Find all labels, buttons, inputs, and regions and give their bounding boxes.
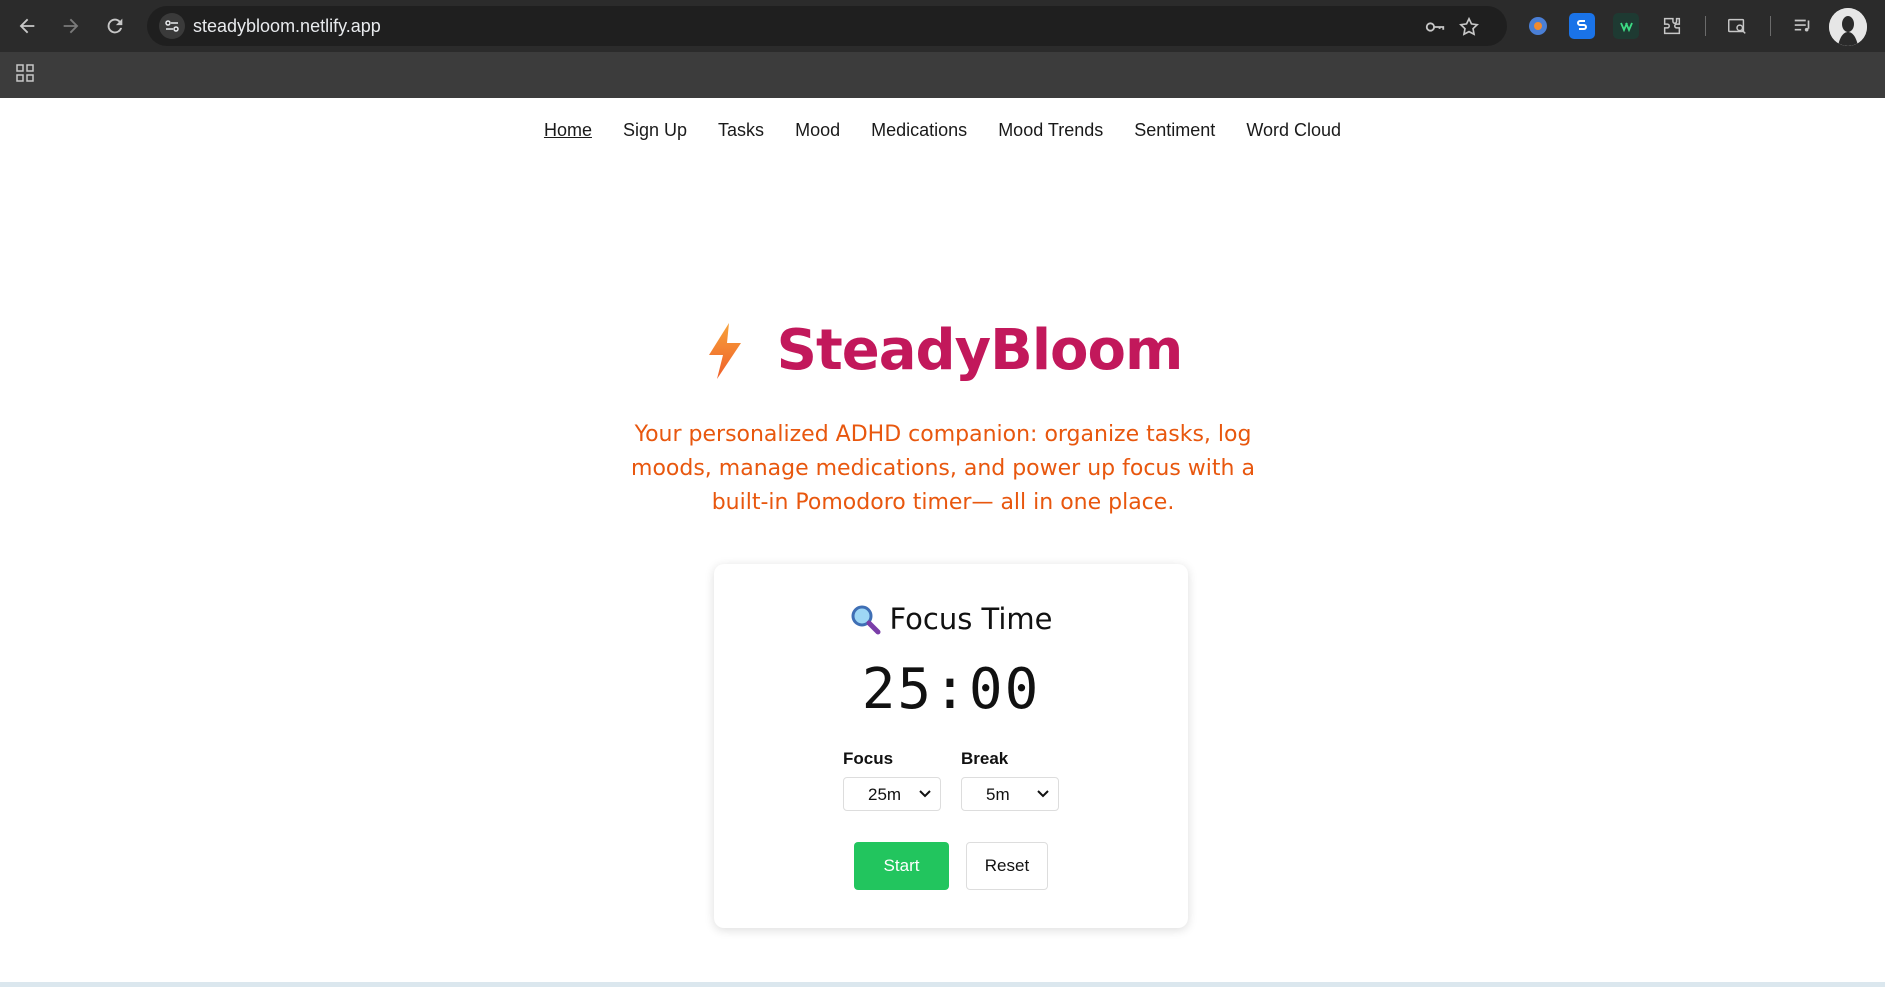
nav-link-sign-up[interactable]: Sign Up <box>623 120 687 140</box>
card-title-text: Focus Time <box>889 602 1053 636</box>
hero-tagline: Your personalized ADHD companion: organi… <box>631 422 1255 515</box>
chevron-down-icon <box>1037 790 1049 798</box>
browser-chrome: steadybloom.netlify.app <box>0 0 1885 98</box>
site-info-icon[interactable] <box>159 13 185 39</box>
url-text[interactable]: steadybloom.netlify.app <box>193 16 381 37</box>
tab-search-icon[interactable] <box>1724 13 1750 39</box>
focus-label: Focus <box>843 749 894 768</box>
password-key-icon[interactable] <box>1423 15 1447 39</box>
timer-display: 25:00 <box>861 657 1041 722</box>
extension-2-icon[interactable] <box>1569 13 1595 39</box>
focus-duration-select[interactable]: 25m <box>843 777 941 811</box>
toolbar-separator <box>1705 16 1706 36</box>
nav-link-word-cloud[interactable]: Word Cloud <box>1246 120 1341 140</box>
nav-link-medications[interactable]: Medications <box>871 120 967 140</box>
chevron-down-icon <box>919 790 931 798</box>
card-title: Focus Time <box>714 602 1188 636</box>
profile-avatar[interactable] <box>1829 8 1867 46</box>
back-arrow-icon <box>19 18 35 34</box>
page-bottom-border <box>0 982 1885 987</box>
bookmark-star-icon[interactable] <box>1457 15 1481 39</box>
reset-button[interactable]: Reset <box>966 842 1048 890</box>
nav-link-home[interactable]: Home <box>544 120 592 140</box>
break-duration-select[interactable]: 5m <box>961 777 1059 811</box>
focus-duration-value: 25m <box>868 785 902 804</box>
page-content: Home Sign Up Tasks Mood Medications Mood… <box>0 98 1885 987</box>
start-button[interactable]: Start <box>854 842 949 890</box>
magnifying-glass-icon <box>851 605 881 635</box>
break-label: Break <box>961 749 1009 768</box>
forward-arrow-icon <box>63 18 79 34</box>
nav-link-tasks[interactable]: Tasks <box>718 120 764 140</box>
hero-header: SteadyBloom <box>0 318 1885 383</box>
nav-link-mood-trends[interactable]: Mood Trends <box>998 120 1103 140</box>
forward-button[interactable] <box>56 11 86 41</box>
nav-link-mood[interactable]: Mood <box>795 120 840 140</box>
reload-button[interactable] <box>100 11 130 41</box>
lightning-bolt-icon <box>708 322 741 379</box>
pomodoro-card: Focus Time 25:00 Focus Break 25m 5m Star… <box>714 564 1188 928</box>
back-button[interactable] <box>12 11 42 41</box>
brand-title: SteadyBloom <box>776 318 1184 383</box>
break-duration-value: 5m <box>986 785 1010 804</box>
extensions-puzzle-icon[interactable] <box>1659 13 1685 39</box>
extension-1-icon[interactable] <box>1525 13 1551 39</box>
extension-3-icon[interactable] <box>1613 13 1639 39</box>
nav-link-sentiment[interactable]: Sentiment <box>1134 120 1215 140</box>
apps-grid-icon[interactable] <box>12 60 38 86</box>
reload-icon <box>107 18 123 34</box>
media-queue-icon[interactable] <box>1790 13 1816 39</box>
address-bar[interactable]: steadybloom.netlify.app <box>147 6 1507 46</box>
toolbar-separator <box>1770 16 1771 36</box>
main-nav: Home Sign Up Tasks Mood Medications Mood… <box>0 120 1885 141</box>
